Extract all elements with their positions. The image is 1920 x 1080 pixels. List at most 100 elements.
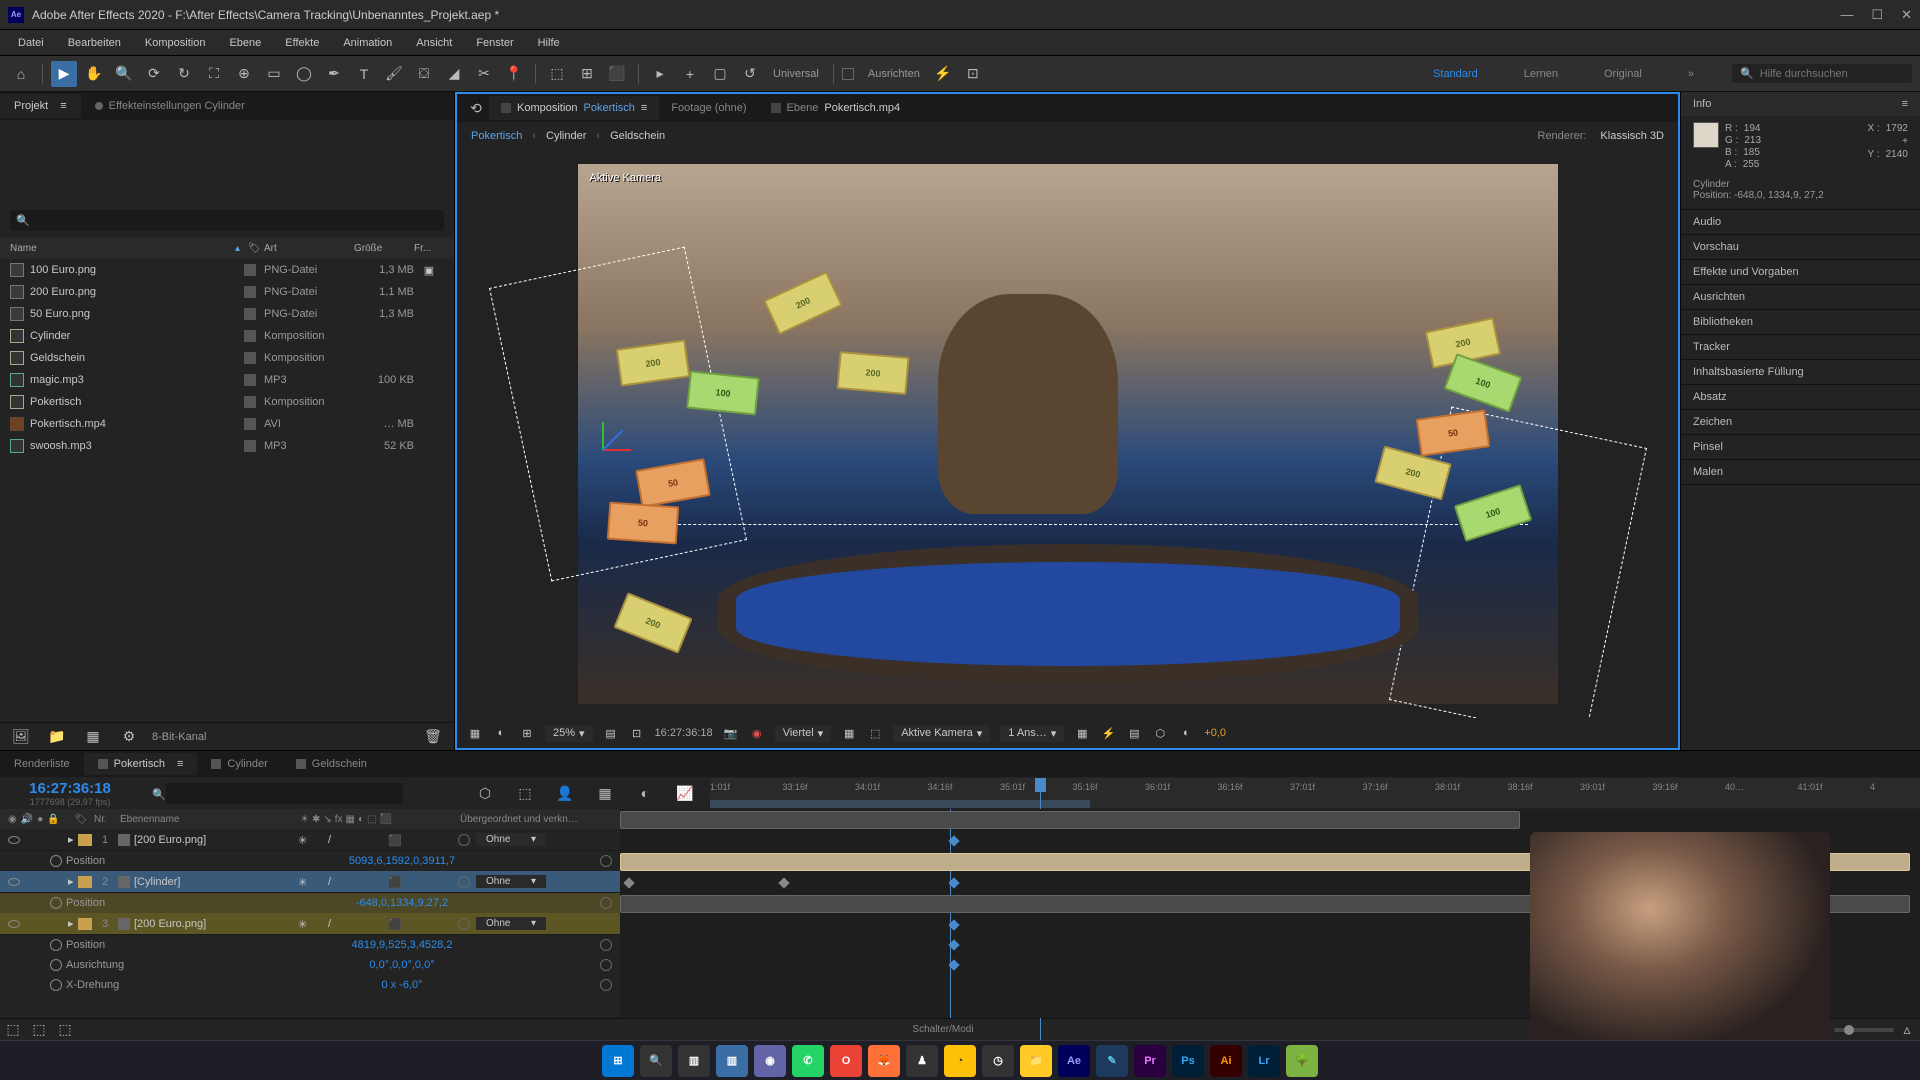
comp-viewport[interactable]: Aktive Kamera 200 100 50 50 200 200 100 … (457, 150, 1678, 718)
stopwatch-icon[interactable] (50, 897, 62, 909)
stopwatch-icon[interactable] (50, 959, 62, 971)
box-icon[interactable]: ▢ (707, 61, 733, 87)
panel-bibliotheken[interactable]: Bibliotheken (1681, 310, 1920, 334)
3d-icon[interactable]: ⬚ (867, 725, 883, 741)
brush-tool[interactable]: 🖌 (381, 61, 407, 87)
project-item[interactable]: 50 Euro.png PNG-Datei 1,3 MB (0, 303, 454, 325)
taskbar-app[interactable]: Lr (1248, 1045, 1280, 1077)
zoom-dropdown[interactable]: 25% ▾ (545, 725, 593, 742)
panel-tracker[interactable]: Tracker (1681, 335, 1920, 359)
tab-footage[interactable]: Footage (ohne) (659, 96, 758, 120)
project-item[interactable]: swoosh.mp3 MP3 52 KB (0, 435, 454, 457)
stopwatch-icon[interactable] (50, 979, 62, 991)
parent-dropdown[interactable]: Ohne ▾ (476, 875, 546, 888)
label-col-icon[interactable]: 🏷 (248, 243, 264, 254)
label-swatch[interactable] (244, 330, 256, 342)
guides-icon[interactable]: ⊞ (519, 725, 535, 741)
label-swatch[interactable] (244, 396, 256, 408)
zoom-tool[interactable]: 🔍 (111, 61, 137, 87)
shy-icon[interactable]: 👤 (552, 780, 578, 806)
refresh-icon[interactable]: ↺ (737, 61, 763, 87)
rect-tool[interactable]: ▭ (261, 61, 287, 87)
panel-zeichen[interactable]: Zeichen (1681, 410, 1920, 434)
pickwhip-icon[interactable] (458, 834, 470, 846)
taskbar-app[interactable]: 🔍 (640, 1045, 672, 1077)
workspace-standard[interactable]: Standard (1425, 64, 1486, 84)
breadcrumb-pokertisch[interactable]: Pokertisch (471, 130, 522, 142)
label-swatch[interactable] (244, 440, 256, 452)
keyframe[interactable] (623, 877, 634, 888)
menu-effekte[interactable]: Effekte (275, 34, 329, 52)
taskbar-app[interactable]: Ps (1172, 1045, 1204, 1077)
taskbar-app[interactable]: ◷ (982, 1045, 1014, 1077)
trash-icon[interactable]: 🗑 (420, 724, 446, 750)
taskbar-app[interactable]: Ai (1210, 1045, 1242, 1077)
views-dropdown[interactable]: 1 Ans… ▾ (1000, 725, 1064, 742)
taskbar-app[interactable]: 📁 (1020, 1045, 1052, 1077)
label-swatch[interactable] (244, 352, 256, 364)
project-search[interactable]: 🔍 (10, 210, 444, 231)
new-comp-icon[interactable]: ▦ (80, 724, 106, 750)
puppet-tool[interactable]: 📍 (501, 61, 527, 87)
draft3d-icon[interactable]: ⬚ (512, 780, 538, 806)
timeline-timecode[interactable]: 16:27:36:18 (0, 780, 140, 797)
toggle-switches-icon[interactable]: ⬚ (0, 1017, 26, 1043)
menu-ebene[interactable]: Ebene (219, 34, 271, 52)
tab-ebene[interactable]: Ebene Pokertisch.mp4 (759, 96, 913, 120)
taskbar-app[interactable]: Ae (1058, 1045, 1090, 1077)
workspace-overflow[interactable]: » (1680, 64, 1702, 84)
mask-icon[interactable]: ◐ (493, 725, 509, 741)
av-speaker-icon[interactable]: 🔊 (21, 814, 33, 825)
menu-datei[interactable]: Datei (8, 34, 54, 52)
breadcrumb-cylinder[interactable]: Cylinder (546, 130, 586, 142)
av-solo-icon[interactable]: ● (37, 814, 43, 825)
renderer-value[interactable]: Klassisch 3D (1600, 130, 1664, 142)
panel-vorschau[interactable]: Vorschau (1681, 235, 1920, 259)
snap-opt2-icon[interactable]: ⊡ (960, 61, 986, 87)
prop-value[interactable]: -648,0,1334,9,27,2 (356, 897, 460, 909)
taskbar-app[interactable]: Pr (1134, 1045, 1166, 1077)
clone-tool[interactable]: ⛋ (411, 61, 437, 87)
col-ebenenname[interactable]: Ebenenname (120, 814, 300, 825)
pickwhip-icon[interactable] (458, 918, 470, 930)
panel-info[interactable]: Info≡ (1681, 92, 1920, 116)
maximize-button[interactable]: ☐ (1871, 7, 1883, 23)
layer-bar[interactable] (620, 811, 1520, 829)
panel-malen[interactable]: Malen (1681, 460, 1920, 484)
pan-behind-tool[interactable]: ⊕ (231, 61, 257, 87)
eraser-tool[interactable]: ◢ (441, 61, 467, 87)
pen-tool[interactable]: ✒ (321, 61, 347, 87)
new-folder-icon[interactable]: 📁 (44, 724, 70, 750)
project-item[interactable]: Pokertisch.mp4 AVI … MB (0, 413, 454, 435)
workspace-original[interactable]: Original (1596, 64, 1650, 84)
resolution-dropdown[interactable]: Viertel ▾ (775, 725, 832, 742)
prop-value[interactable]: 5093,6,1592,0,3911,7 (349, 855, 467, 867)
px-aspect-icon[interactable]: ▦ (1074, 725, 1090, 741)
stopwatch-icon[interactable] (50, 939, 62, 951)
sw-star-icon[interactable]: ✱ (312, 814, 320, 825)
camera-dropdown[interactable]: Aktive Kamera ▾ (893, 725, 990, 742)
camera-tool[interactable]: ⛶ (201, 61, 227, 87)
eye-icon[interactable] (8, 878, 20, 886)
property-row[interactable]: Position 5093,6,1592,0,3911,7 (0, 851, 620, 871)
col-size[interactable]: Größe (354, 243, 414, 254)
comp-mini-flowchart-icon[interactable]: ⬡ (472, 780, 498, 806)
eye-icon[interactable] (8, 920, 20, 928)
ausrichten-checkbox[interactable] (842, 68, 854, 80)
col-type[interactable]: Art (264, 243, 354, 254)
taskbar-app[interactable]: ◉ (754, 1045, 786, 1077)
sort-arrow-icon[interactable]: ▴ (235, 243, 240, 254)
exposure-reset-icon[interactable]: ◐ (1178, 725, 1194, 741)
toggle-pane-icon[interactable]: ⬚ (52, 1017, 78, 1043)
pickwhip-icon[interactable] (600, 897, 612, 909)
panel-effekte-und-vorgaben[interactable]: Effekte und Vorgaben (1681, 260, 1920, 284)
parent-dropdown[interactable]: Ohne ▾ (476, 917, 546, 930)
eye-icon[interactable] (8, 836, 20, 844)
col-parent[interactable]: Übergeordnet und verkn… (460, 814, 612, 825)
3d-gizmo[interactable] (578, 424, 628, 474)
pickwhip-icon[interactable] (600, 855, 612, 867)
rotate-tool[interactable]: ↻ (171, 61, 197, 87)
av-lock-icon[interactable]: 🔒 (47, 814, 59, 825)
panel-inhaltsbasierte-füllung[interactable]: Inhaltsbasierte Füllung (1681, 360, 1920, 384)
comp-lock-icon[interactable]: ⟲ (463, 95, 489, 121)
